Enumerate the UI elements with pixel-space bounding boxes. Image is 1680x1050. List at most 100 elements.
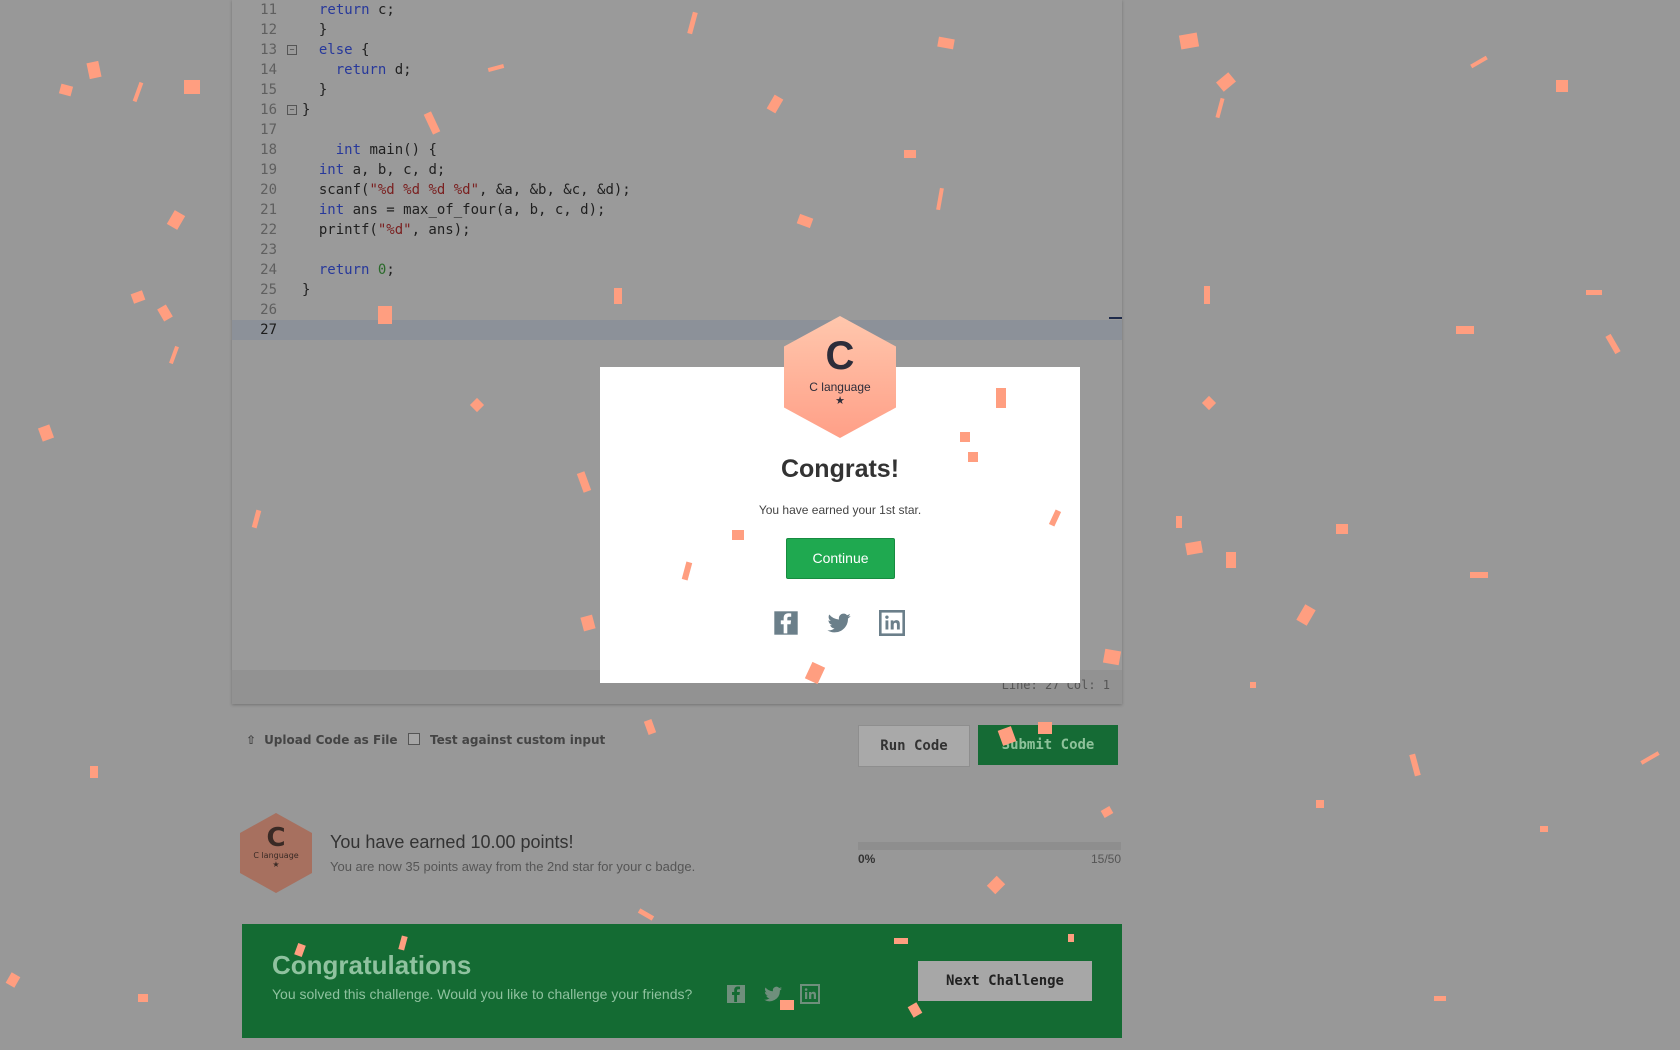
badge-name: C language (253, 851, 299, 860)
upload-icon: ⇧ (246, 733, 257, 747)
code-line: 12 } (232, 20, 1122, 40)
code-text: return d; (335, 62, 412, 78)
confetti-piece (1586, 290, 1602, 295)
confetti-piece (1201, 395, 1217, 411)
confetti-piece (1185, 540, 1203, 556)
code-line: 16 − } (232, 100, 1122, 120)
confetti-piece (643, 719, 657, 735)
confetti-piece (1250, 682, 1256, 688)
line-number: 13 (260, 42, 277, 58)
line-number: 23 (260, 242, 277, 258)
line-number: 24 (260, 262, 277, 278)
code-line: 26 (232, 300, 1122, 320)
line-number: 26 (260, 302, 277, 318)
confetti-piece (1204, 286, 1210, 304)
confetti-piece (1215, 97, 1225, 119)
badge-icon: C C language ★ (240, 813, 312, 893)
code-line: 22 printf("%d", ans); (232, 220, 1122, 240)
code-text: scanf("%d %d %d %d", &a, &b, &c, &d); (302, 182, 631, 198)
confetti-piece (138, 994, 148, 1002)
confetti-piece (130, 290, 146, 304)
confetti-piece (157, 304, 173, 322)
confetti-piece (614, 288, 622, 304)
confetti-piece (58, 83, 74, 97)
run-code-button[interactable]: Run Code (858, 725, 970, 767)
line-number: 22 (260, 222, 277, 238)
confetti-piece (1102, 648, 1122, 666)
confetti-piece (166, 210, 186, 230)
confetti-piece (1226, 552, 1236, 568)
confetti-piece (1470, 572, 1488, 578)
confetti-piece (1409, 753, 1421, 777)
line-number: 14 (260, 62, 277, 78)
points-title: You have earned 10.00 points! (330, 832, 574, 852)
confetti-piece (986, 875, 1006, 895)
badge-letter: C (825, 334, 855, 378)
confetti-piece (1216, 72, 1236, 92)
next-challenge-button[interactable]: Next Challenge (918, 961, 1092, 1001)
scroll-marker (1109, 317, 1122, 319)
code-line: 23 (232, 240, 1122, 260)
modal-social-links (773, 610, 927, 640)
facebook-icon[interactable] (773, 610, 799, 636)
linkedin-icon[interactable] (879, 610, 906, 636)
code-text: } (302, 282, 311, 298)
code-line: 15 } (232, 80, 1122, 100)
fold-toggle-icon[interactable]: − (287, 45, 297, 55)
confetti-piece (132, 81, 144, 103)
confetti-piece (1068, 934, 1074, 942)
confetti-piece (5, 972, 21, 988)
confetti-piece (732, 530, 744, 540)
upload-label: Upload Code as File (264, 733, 398, 747)
code-text: return 0; (318, 262, 395, 278)
code-line: 18 int main() { (232, 140, 1122, 160)
confetti-piece (184, 80, 200, 94)
continue-button[interactable]: Continue (786, 538, 895, 579)
confetti-piece (637, 908, 655, 921)
confetti-piece (37, 424, 55, 442)
confetti-piece (1470, 55, 1488, 69)
custom-input-checkbox[interactable] (408, 733, 420, 745)
progress-count: 15/50 (1090, 852, 1121, 866)
confetti-piece (1038, 722, 1052, 734)
confetti-piece (894, 938, 908, 944)
confetti-piece (1556, 80, 1568, 92)
confetti-piece (1456, 326, 1474, 334)
banner-subtitle: You solved this challenge. Would you lik… (272, 986, 693, 1002)
code-line: 19 int a, b, c, d; (232, 160, 1122, 180)
line-number: 18 (260, 142, 277, 158)
modal-title: Congrats! (780, 455, 900, 483)
confetti-piece (1178, 32, 1200, 50)
badge-name: C language (809, 380, 871, 394)
custom-input-toggle[interactable]: Test against custom input (408, 733, 605, 747)
code-text: return c; (319, 2, 395, 18)
code-text: int ans = max_of_four(a, b, c, d); (318, 202, 606, 218)
congratulations-banner: Congratulations You solved this challeng… (242, 924, 1122, 1038)
confetti-piece (378, 306, 392, 324)
linkedin-icon[interactable] (800, 984, 821, 1004)
confetti-piece (1336, 524, 1348, 534)
line-number: 11 (260, 2, 277, 18)
confetti-piece (968, 452, 978, 462)
line-number: 12 (260, 22, 277, 38)
code-line-active[interactable]: 27 (232, 320, 1122, 340)
confetti-piece (1434, 996, 1446, 1001)
code-line: 13 − else { (232, 40, 1122, 60)
confetti-piece (86, 60, 102, 80)
fold-toggle-icon[interactable]: − (287, 105, 297, 115)
confetti-piece (1296, 604, 1316, 626)
upload-code-button[interactable]: ⇧ Upload Code as File (246, 733, 398, 747)
twitter-icon[interactable] (826, 610, 852, 636)
code-line: 11 return c; (232, 0, 1122, 20)
confetti-piece (1540, 826, 1548, 832)
line-number: 16 (260, 102, 277, 118)
facebook-icon[interactable] (726, 984, 746, 1004)
confetti-piece (1605, 333, 1621, 355)
line-number: 15 (260, 82, 277, 98)
code-line: 24 return 0; (232, 260, 1122, 280)
badge-letter: C (266, 823, 286, 853)
progress-bar (858, 842, 1121, 850)
code-text: else { (318, 42, 370, 58)
badge-star-icon: ★ (272, 860, 280, 869)
code-line: 21 int ans = max_of_four(a, b, c, d); (232, 200, 1122, 220)
